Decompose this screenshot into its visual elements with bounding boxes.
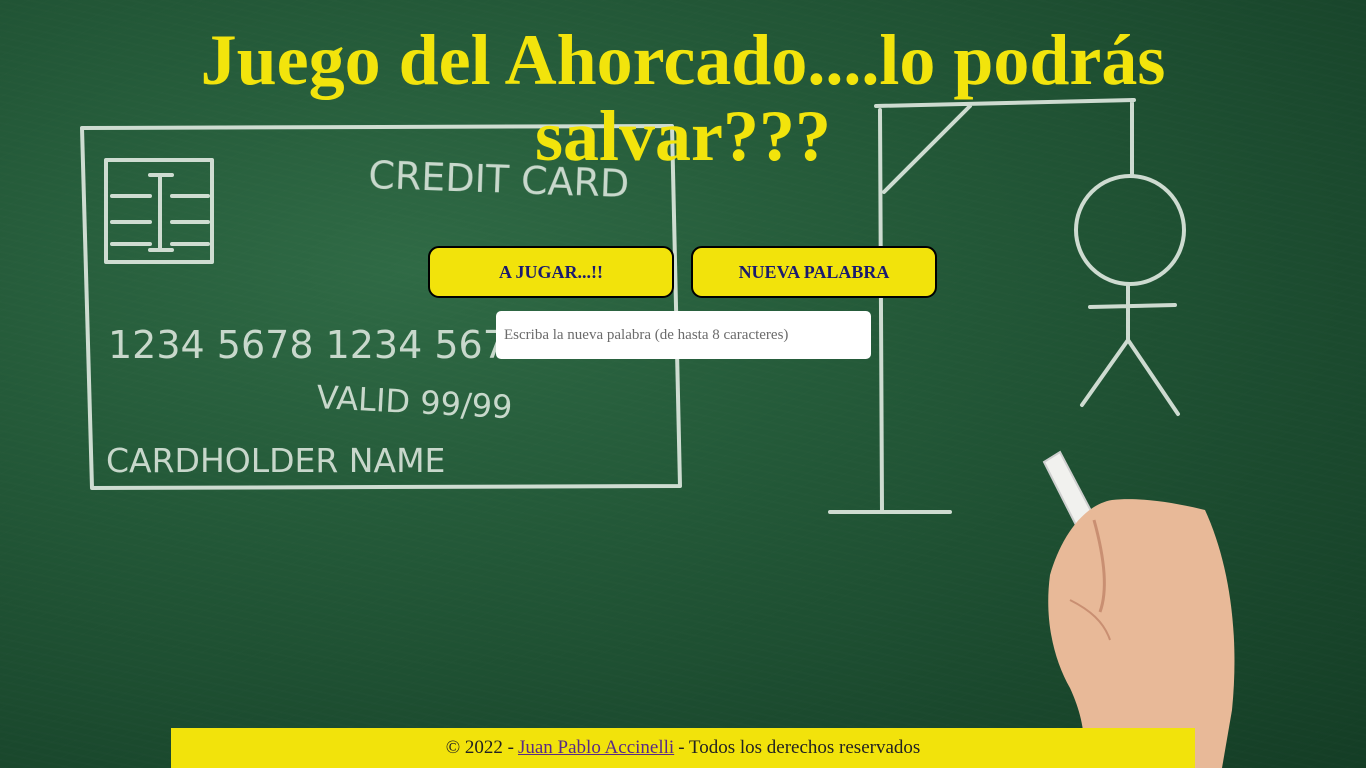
footer-rights: - Todos los derechos reservados (678, 737, 921, 758)
hangman-head (1074, 174, 1186, 286)
card-valid-text: VALID 99/99 (316, 378, 514, 426)
footer: © 2022 - Juan Pablo Accinelli - Todos lo… (171, 728, 1195, 768)
author-link[interactable]: Juan Pablo Accinelli (518, 737, 674, 759)
new-word-input[interactable] (496, 311, 871, 359)
footer-copyright: © 2022 - (445, 737, 514, 758)
card-holder-text: CARDHOLDER NAME (106, 441, 445, 480)
hand-with-chalk (1042, 450, 1235, 768)
page-title: Juego del Ahorcado....lo podrás salvar??… (200, 20, 1166, 176)
card-number-text: 1234 5678 1234 5678 (108, 323, 531, 367)
play-button[interactable]: A JUGAR...!! (428, 246, 674, 298)
new-word-button[interactable]: NUEVA PALABRA (691, 246, 937, 298)
hangman-body (1080, 282, 1180, 416)
